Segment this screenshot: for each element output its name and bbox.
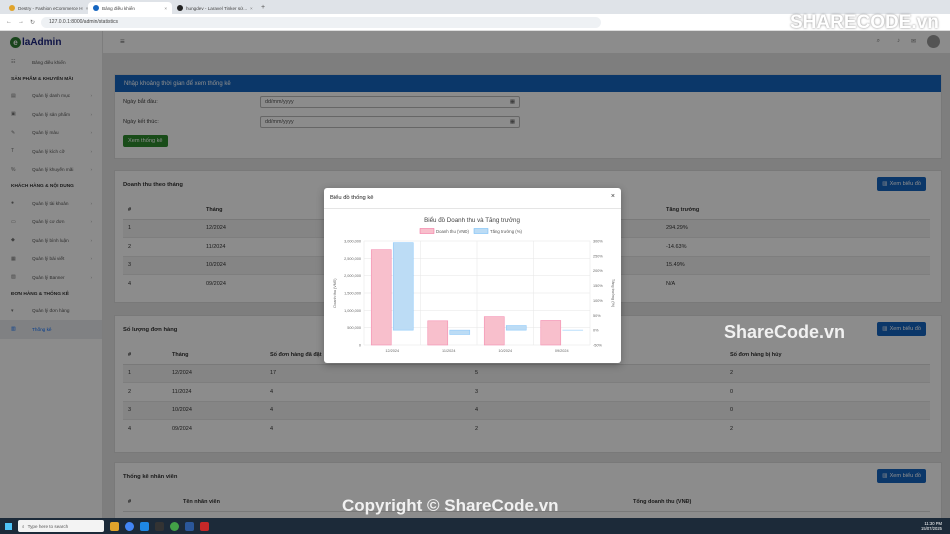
y2-tick-label: -50% [593, 344, 602, 348]
bar-revenue [427, 320, 449, 346]
terminal-icon[interactable] [155, 521, 164, 531]
app-icon[interactable] [170, 521, 179, 531]
tab-favicon-icon [9, 5, 15, 11]
y-axis-label: Doanh thu (VNĐ) [333, 278, 337, 308]
address-bar: ← → ↻ 127.0.0.1:8000/admin/statistics [0, 14, 950, 31]
x-tick-label: 11/2024 [442, 349, 455, 353]
y2-tick-label: 250% [593, 254, 603, 258]
legend-swatch [419, 228, 435, 234]
new-tab-button[interactable]: + [256, 2, 270, 14]
close-icon[interactable]: × [611, 193, 615, 200]
legend-label: Doanh thu (VNĐ) [436, 229, 470, 234]
bar-revenue [483, 316, 505, 346]
windows-taskbar: ⌕ Type here to search 11:30 PM 15/07/2025 [0, 518, 950, 534]
search-icon: ⌕ [22, 523, 25, 529]
url-field[interactable]: 127.0.0.1:8000/admin/statistics [41, 16, 602, 28]
y2-tick-label: 200% [593, 269, 603, 273]
y2-axis-label: Tăng trưởng (%) [611, 279, 615, 308]
tab-favicon-icon [93, 5, 99, 11]
chrome-icon[interactable] [125, 521, 134, 531]
y-tick-label: 1,500,000 [344, 292, 361, 296]
word-icon[interactable] [185, 521, 194, 531]
reload-icon[interactable]: ↻ [30, 19, 35, 26]
y-tick-label: 0 [359, 344, 361, 348]
revenue-growth-chart: Biểu đồ Doanh thu và Tăng trưởng Doanh th… [333, 217, 615, 353]
system-clock[interactable]: 11:30 PM 15/07/2025 [921, 521, 942, 532]
bar-growth [449, 329, 471, 335]
taskbar-search[interactable]: ⌕ Type here to search [18, 520, 104, 532]
y-tick-label: 2,500,000 [344, 257, 361, 261]
y-tick-label: 2,000,000 [344, 274, 361, 278]
vscode-icon[interactable] [140, 521, 149, 531]
close-icon[interactable]: × [164, 6, 167, 11]
x-tick-label: 09/2024 [555, 349, 569, 353]
windows-icon [4, 522, 12, 530]
close-icon[interactable]: × [250, 6, 253, 11]
y2-tick-label: 0% [593, 329, 599, 333]
chart-modal: Biểu đồ thống kê × Biểu đồ Doanh thu và … [324, 188, 621, 363]
bar-revenue [370, 249, 392, 346]
browser-tab-active[interactable]: Bảng điều khiển × [88, 2, 172, 14]
app-icon[interactable] [200, 521, 209, 531]
y2-tick-label: 150% [593, 284, 603, 288]
start-button[interactable] [0, 518, 16, 534]
modal-title: Biểu đồ thống kê [330, 195, 374, 201]
x-tick-label: 10/2024 [498, 349, 512, 353]
y2-tick-label: 100% [593, 299, 603, 303]
bar-revenue [540, 320, 562, 346]
file-explorer-icon[interactable] [110, 521, 119, 531]
forward-icon[interactable]: → [18, 19, 24, 25]
bar-growth [392, 242, 414, 331]
y-tick-label: 3,000,000 [344, 240, 361, 244]
bar-growth [505, 325, 527, 331]
legend-swatch [473, 228, 489, 234]
y-tick-label: 1,000,000 [344, 309, 361, 313]
chart-title: Biểu đồ Doanh thu và Tăng trưởng [424, 217, 520, 224]
browser-tab[interactable]: hungdev - Laravel Tinker sử... × [172, 2, 256, 14]
legend-label: Tăng trưởng (%) [490, 229, 523, 234]
browser-tab-strip: Destry - Fashion eCommerce H × Bảng điều … [0, 0, 950, 14]
x-tick-label: 12/2024 [385, 349, 399, 353]
y2-tick-label: 300% [593, 240, 603, 244]
y-tick-label: 500,000 [347, 326, 361, 330]
y2-tick-label: 50% [593, 314, 601, 318]
back-icon[interactable]: ← [6, 19, 12, 25]
browser-tab[interactable]: Destry - Fashion eCommerce H × [4, 2, 88, 14]
tab-favicon-icon [177, 5, 183, 11]
